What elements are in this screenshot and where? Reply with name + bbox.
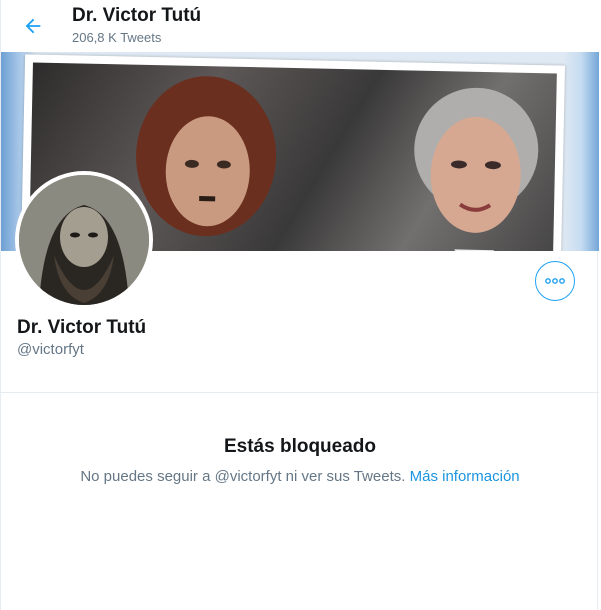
profile-page: Dr. Victor Tutú 206,8 K Tweets Dr. Victo… [0,0,599,610]
back-button[interactable] [15,8,51,44]
avatar[interactable] [15,171,153,309]
blocked-title: Estás bloqueado [223,436,377,457]
avatar-image [19,175,149,305]
blocked-message-text: No puedes seguir a @victorfyt ni ver sus… [80,468,406,485]
profile-name: Dr. Victor Tutú [17,317,147,338]
more-options-icon [545,278,565,284]
tweet-count: 206,8 K Tweets [72,30,162,45]
more-options-button[interactable] [535,261,575,301]
header-title: Dr. Victor Tutú [72,5,202,26]
profile-handle: @victorfyt [17,341,84,358]
banner-person-right [414,87,539,251]
arrow-left-icon [25,18,41,34]
blocked-message: No puedes seguir a @victorfyt ni ver sus… [1,468,599,485]
top-bar: Dr. Victor Tutú 206,8 K Tweets [1,0,599,52]
learn-more-link[interactable]: Más información [410,468,520,485]
divider [1,392,599,393]
